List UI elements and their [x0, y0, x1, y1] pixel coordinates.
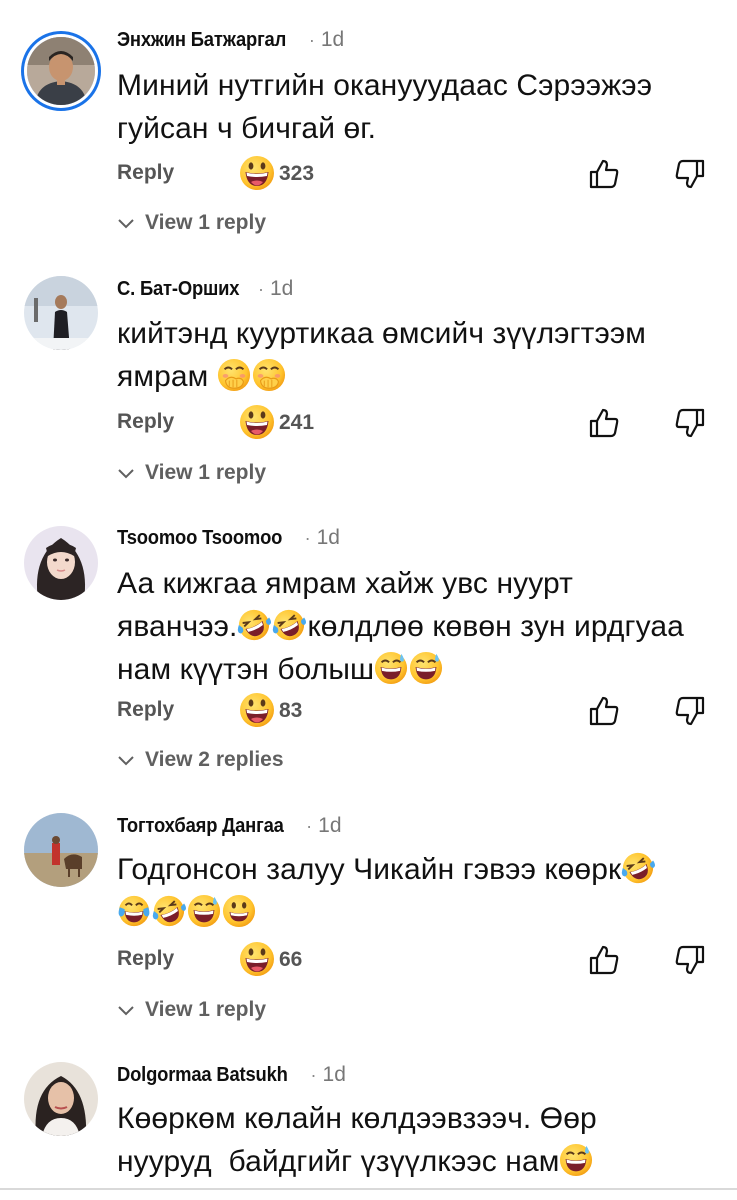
reply-button[interactable]: Reply	[117, 698, 174, 722]
grinning-sweat-emoji-icon	[374, 651, 408, 685]
view-replies-label: View 2 replies	[145, 748, 284, 771]
comment-header: Dolgormaa Batsukh · 1d	[117, 1057, 346, 1093]
grinning-sweat-emoji-icon	[559, 1143, 593, 1177]
comment-header: С. Бат-Орших · 1d	[117, 271, 293, 307]
comment-actions: Reply 241	[117, 404, 717, 444]
thumbs-up-icon[interactable]	[587, 406, 621, 440]
comment-text: кийтэнд кууртикаа өмсийч зүүлэгтээм ямра…	[117, 312, 717, 398]
avatar[interactable]	[27, 37, 95, 105]
comment-text-line: яванчээ.	[117, 610, 238, 643]
separator-dot: ·	[304, 527, 311, 548]
comment-text-line: Годгонсон залуу Чикайн гэвээ көөрк	[117, 853, 622, 886]
joy-emoji-icon	[117, 894, 151, 928]
comment-author[interactable]: Тогтохбаяр Дангаа	[117, 815, 284, 838]
separator-dot: ·	[308, 29, 315, 50]
thumbs-down-icon[interactable]	[673, 694, 707, 728]
comment-text-line: Көөркөм көлайн көлдээвзээч. Өөр	[117, 1102, 597, 1135]
view-replies-label: View 1 reply	[145, 461, 267, 484]
grinning-sweat-emoji-icon	[187, 894, 221, 928]
thumbs-down-icon[interactable]	[673, 943, 707, 977]
comment-header: Энхжин Батжаргал · 1d	[117, 22, 344, 58]
rofl-emoji-icon	[237, 608, 271, 642]
thumbs-up-icon[interactable]	[587, 694, 621, 728]
reply-button[interactable]: Reply	[117, 410, 174, 434]
grinning-face-icon	[239, 155, 275, 191]
view-replies-button[interactable]: View 1 reply	[117, 208, 266, 238]
avatar[interactable]	[24, 276, 98, 350]
reply-button[interactable]: Reply	[117, 947, 174, 971]
reply-button[interactable]: Reply	[117, 161, 174, 185]
comment-text: Годгонсон залуу Чикайн гэвээ көөрк	[117, 848, 717, 934]
comment-text-line: Аа кижгаа ямрам хайж увс нуурт	[117, 567, 573, 600]
comment-header: Tsoomoo Tsoomoo · 1d	[117, 520, 340, 556]
like-count: 83	[279, 699, 303, 722]
comment-time: 1d	[320, 28, 345, 51]
view-replies-button[interactable]: View 1 reply	[117, 458, 266, 488]
grinning-face-icon	[239, 692, 275, 728]
comment-text-line: кийтэнд кууртикаа өмсийч зүүлэгтээм	[117, 317, 647, 350]
separator-dot: ·	[257, 278, 264, 299]
grinning-sweat-emoji-icon	[409, 651, 443, 685]
comment-author[interactable]: Dolgormaa Batsukh	[117, 1064, 288, 1087]
grinning-face-icon	[239, 941, 275, 977]
avatar[interactable]	[24, 1062, 98, 1136]
comment-text: Көөркөм көлайн көлдээвзээч. Өөр нууруд б…	[117, 1097, 717, 1183]
view-replies-button[interactable]: View 1 reply	[117, 995, 266, 1025]
rofl-emoji-icon	[152, 894, 186, 928]
comment-author[interactable]: Tsoomoo Tsoomoo	[117, 527, 282, 550]
view-replies-label: View 1 reply	[145, 998, 267, 1021]
comment-actions: Reply 66	[117, 941, 717, 981]
grinning-face-icon	[239, 404, 275, 440]
like-count: 241	[279, 411, 315, 434]
chevron-down-icon	[118, 219, 134, 229]
chevron-down-icon	[118, 756, 134, 766]
comment-time: 1d	[316, 526, 340, 549]
comment-text-line: көлдлөө көвөн зун ирдгуаа	[307, 610, 684, 643]
like-count: 66	[279, 948, 303, 971]
like-count: 323	[279, 162, 315, 185]
comment-text: Миний нутгийн оканууудаас Сэрээжээ гуйса…	[117, 69, 653, 145]
comment-text-line: нууруд байдгийг үзүүлкээс нам	[117, 1145, 560, 1178]
comment-author[interactable]: С. Бат-Орших	[117, 278, 240, 301]
comment-actions: Reply 83	[117, 692, 717, 732]
comment-time: 1d	[269, 277, 294, 300]
comment-text: Аа кижгаа ямрам хайж увс нуурт яванчээ. к…	[117, 562, 717, 691]
separator-dot: ·	[310, 1064, 317, 1085]
thumbs-down-icon[interactable]	[673, 157, 707, 191]
hand-over-mouth-emoji-icon	[217, 358, 251, 392]
comment-text-line: нам күүтэн болыш	[117, 653, 375, 686]
thumbs-up-icon[interactable]	[587, 157, 621, 191]
separator-dot: ·	[306, 815, 313, 836]
avatar[interactable]	[24, 813, 98, 887]
comment-author[interactable]: Энхжин Батжаргал	[117, 29, 286, 52]
comment-actions: Reply 323	[117, 155, 717, 195]
chevron-down-icon	[118, 469, 134, 479]
comment-time: 1d	[318, 814, 342, 837]
chevron-down-icon	[118, 1006, 134, 1016]
hand-over-mouth-emoji-icon	[252, 358, 286, 392]
smiley-emoji-icon	[222, 894, 256, 928]
view-replies-button[interactable]: View 2 replies	[117, 745, 284, 775]
thumbs-down-icon[interactable]	[673, 406, 707, 440]
comment-header: Тогтохбаяр Дангаа · 1d	[117, 808, 342, 844]
comment-time: 1d	[322, 1063, 346, 1086]
view-replies-label: View 1 reply	[145, 211, 267, 234]
comment-text-line: ямрам	[117, 360, 209, 393]
thumbs-up-icon[interactable]	[587, 943, 621, 977]
rofl-emoji-icon	[272, 608, 306, 642]
divider	[0, 1188, 737, 1190]
avatar[interactable]	[24, 526, 98, 600]
rofl-emoji-icon	[621, 851, 655, 885]
